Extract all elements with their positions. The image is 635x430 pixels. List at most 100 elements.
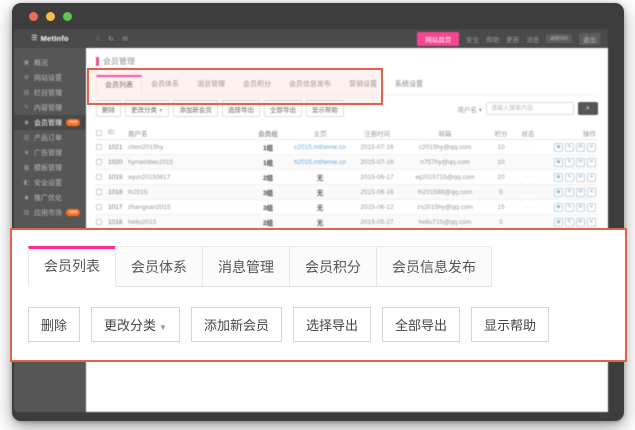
topbar-item-帮助[interactable]: 帮助 [486, 34, 499, 44]
callout-tab-会员信息发布[interactable]: 会员信息发布 [376, 246, 492, 286]
view-icon[interactable]: ◉ [554, 203, 563, 212]
tab-系统设置[interactable]: 系统设置 [386, 75, 432, 94]
topbar-item-消息[interactable]: 消息 [526, 34, 539, 44]
column-header-用户名: 用户名 [128, 128, 248, 138]
delete-icon[interactable]: ✕ [587, 158, 596, 167]
sidebar-item-会员管理[interactable]: ◉会员管理new [14, 115, 86, 130]
sidebar-item-label: 模板管理 [34, 163, 62, 173]
edit-icon[interactable]: ✎ [565, 143, 574, 152]
row-checkbox[interactable] [96, 204, 102, 210]
sidebar-item-推广优化[interactable]: ◆推广优化 [14, 190, 86, 205]
edit-icon[interactable]: ✎ [565, 173, 574, 182]
cell-mail: wj2015715@qq.com [402, 174, 488, 181]
row-checkbox[interactable] [96, 174, 102, 180]
cell-reg: 2015-07-16 [352, 144, 402, 151]
cell-mail: lh201588@qq.com [402, 189, 488, 196]
home-icon[interactable]: ⌂ [96, 35, 100, 43]
row-checkbox[interactable] [96, 189, 102, 195]
cell-st: - [514, 174, 542, 181]
row-checkbox[interactable] [96, 219, 102, 225]
search-button[interactable]: ⌕ [578, 102, 598, 115]
view-icon[interactable]: ◉ [554, 143, 563, 152]
cell-user: hello2015 [128, 219, 248, 226]
callout-tab-会员体系[interactable]: 会员体系 [115, 246, 203, 286]
topbar-item-更新[interactable]: 更新 [506, 34, 519, 44]
cell-user: wjun20150617 [128, 174, 248, 181]
mail-icon[interactable]: ✉ [576, 188, 585, 197]
edit-icon[interactable]: ✎ [565, 203, 574, 212]
row-checkbox[interactable] [96, 144, 102, 150]
new-badge: new [66, 209, 80, 216]
sidebar-item-安全设置[interactable]: ◧安全设置 [14, 175, 86, 190]
callout-button-添加新会员[interactable]: 添加新会员 [191, 307, 282, 342]
zoom-window-button[interactable] [63, 12, 72, 21]
cell-user: chen2015hy [128, 144, 248, 151]
sidebar-item-产品订单[interactable]: ▥产品订单 [14, 130, 86, 145]
delete-icon[interactable]: ✕ [587, 218, 596, 227]
select-all-checkbox[interactable] [96, 130, 102, 136]
view-icon[interactable]: ◉ [554, 158, 563, 167]
admin-topbar: ☰ MetInfo ⌂ ↻ ✉ 网站首页 安全帮助更新消息 admin 退出 [14, 29, 608, 48]
sidebar-item-网站设置[interactable]: ⚙网站设置 [14, 70, 86, 85]
sidebar-item-内容管理[interactable]: ✎内容管理 [14, 100, 86, 115]
site-home-button[interactable]: 网站首页 [417, 32, 459, 46]
cell-pts: 20 [488, 174, 514, 181]
cell-pts: 5 [488, 189, 514, 196]
sidebar-item-广告管理[interactable]: ◈广告管理 [14, 145, 86, 160]
sidebar-item-模板管理[interactable]: ▦模板管理 [14, 160, 86, 175]
search-field-select[interactable]: 用户名 ▾ [457, 104, 482, 114]
topbar-item-安全[interactable]: 安全 [466, 34, 479, 44]
topbar-right: 网站首页 安全帮助更新消息 admin 退出 [417, 32, 608, 46]
callout-tab-会员列表[interactable]: 会员列表 [28, 246, 116, 287]
callout-button-选择导出[interactable]: 选择导出 [293, 307, 371, 342]
cell-st: - [514, 204, 542, 211]
topbar-item-admin[interactable]: admin [546, 34, 572, 43]
edit-icon[interactable]: ✎ [565, 158, 574, 167]
close-window-button[interactable] [29, 12, 38, 21]
delete-icon[interactable]: ✕ [587, 173, 596, 182]
minimize-window-button[interactable] [46, 12, 55, 21]
search-icon: ⌕ [586, 105, 590, 112]
cell-home: 无 [288, 187, 352, 197]
mail-icon[interactable]: ✉ [576, 218, 585, 227]
view-icon[interactable]: ◉ [554, 188, 563, 197]
callout-button-更改分类[interactable]: 更改分类▼ [91, 307, 180, 342]
sidebar-item-栏目管理[interactable]: ▤栏目管理 [14, 85, 86, 100]
sidebar-item-概况[interactable]: ▣概况 [14, 55, 86, 70]
cell-reg: 2015-07-16 [352, 159, 402, 166]
mail-icon[interactable]: ✉ [576, 203, 585, 212]
callout-button-删除[interactable]: 删除 [28, 307, 80, 342]
row-actions: ◉✎✉✕ [542, 143, 598, 152]
row-checkbox-cell [96, 144, 108, 150]
column-header-状态: 状态 [514, 128, 542, 138]
cell-home[interactable]: h2015.mtheme.cn [288, 159, 352, 166]
edit-icon[interactable]: ✎ [565, 218, 574, 227]
edit-icon[interactable]: ✎ [565, 188, 574, 197]
search-input[interactable] [486, 102, 574, 115]
message-icon[interactable]: ✉ [122, 35, 128, 43]
app-logo[interactable]: ☰ MetInfo [14, 29, 86, 48]
delete-icon[interactable]: ✕ [587, 188, 596, 197]
view-icon[interactable]: ◉ [554, 173, 563, 182]
delete-icon[interactable]: ✕ [587, 203, 596, 212]
callout-button-全部导出[interactable]: 全部导出 [382, 307, 460, 342]
callout-tab-消息管理[interactable]: 消息管理 [202, 246, 290, 286]
mail-icon[interactable]: ✉ [576, 173, 585, 182]
mail-icon[interactable]: ✉ [576, 143, 585, 152]
topbar-item-退出[interactable]: 退出 [579, 33, 600, 45]
mail-icon[interactable]: ✉ [576, 158, 585, 167]
row-actions: ◉✎✉✕ [542, 188, 598, 197]
column-header-主页: 主页 [288, 128, 352, 138]
view-icon[interactable]: ◉ [554, 218, 563, 227]
row-checkbox[interactable] [96, 159, 102, 165]
gear-icon: ⚙ [23, 74, 30, 81]
refresh-icon[interactable]: ↻ [108, 35, 114, 43]
shield-icon: ◧ [23, 179, 30, 186]
sidebar-item-应用市场[interactable]: ▨应用市场new [14, 205, 86, 220]
column-header-会员组: 会员组 [248, 128, 288, 138]
delete-icon[interactable]: ✕ [587, 143, 596, 152]
callout-button-显示帮助[interactable]: 显示帮助 [471, 307, 549, 342]
cell-home[interactable]: c2015.mtheme.cn [288, 144, 352, 151]
callout-tab-会员积分[interactable]: 会员积分 [289, 246, 377, 286]
title-accent-bar [96, 57, 99, 66]
